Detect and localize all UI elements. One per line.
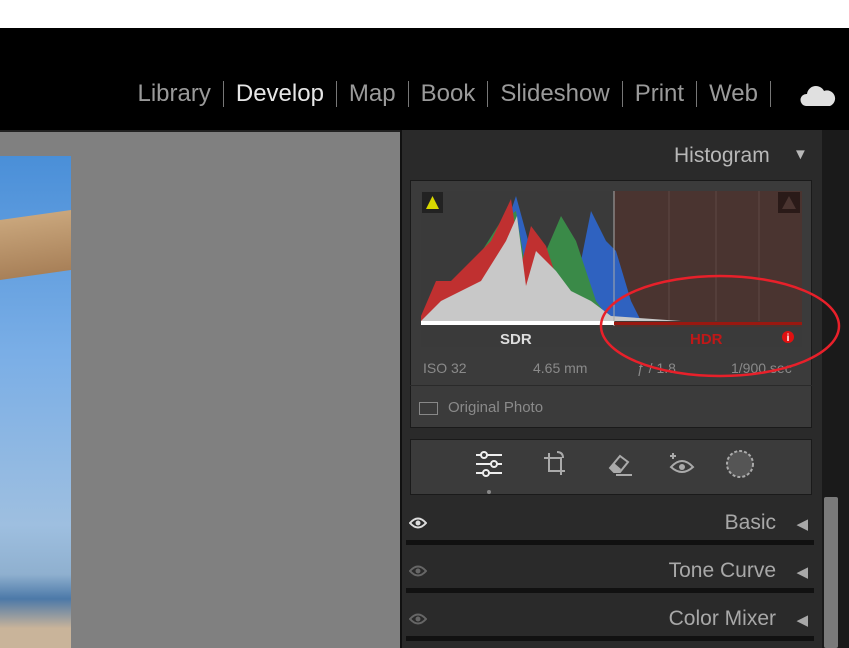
original-photo-label: Original Photo	[448, 399, 544, 416]
module-slideshow[interactable]: Slideshow	[488, 80, 621, 108]
module-book[interactable]: Book	[409, 80, 488, 108]
iso-value: ISO 32	[423, 360, 467, 376]
edit-sliders-icon[interactable]	[474, 449, 504, 479]
scrollbar-thumb[interactable]	[824, 497, 838, 648]
module-print[interactable]: Print	[623, 80, 696, 108]
module-web[interactable]: Web	[697, 80, 770, 108]
red-eye-icon[interactable]	[668, 450, 696, 478]
expand-triangle-icon[interactable]: ◀	[796, 611, 808, 629]
crop-icon[interactable]	[541, 449, 569, 479]
section-label: Tone Curve	[668, 559, 776, 582]
sdr-bar	[421, 321, 614, 325]
module-map[interactable]: Map	[337, 80, 408, 108]
masking-icon[interactable]	[725, 449, 755, 479]
eye-icon[interactable]	[409, 563, 427, 579]
sdr-label: SDR	[500, 331, 532, 348]
module-picker: Library Develop Map Book Slideshow Print Web	[126, 80, 771, 108]
cloud-icon[interactable]	[800, 82, 836, 108]
eye-icon[interactable]	[409, 515, 427, 531]
nav-separator	[770, 81, 771, 107]
section-label: Basic	[724, 511, 776, 534]
healing-eraser-icon[interactable]	[606, 452, 634, 478]
expand-triangle-icon[interactable]: ◀	[796, 563, 808, 581]
module-library[interactable]: Library	[126, 80, 223, 108]
photo-detail	[0, 210, 71, 280]
module-bar	[0, 28, 849, 130]
section-basic[interactable]: Basic ◀	[406, 503, 814, 545]
expand-triangle-icon[interactable]: ◀	[796, 515, 808, 533]
active-tool-indicator	[487, 490, 491, 494]
original-photo-checkbox[interactable]	[419, 402, 438, 415]
collapse-triangle-icon[interactable]: ▼	[793, 146, 808, 163]
section-label: Color Mixer	[668, 607, 776, 630]
focal-length: 4.65 mm	[533, 360, 588, 376]
module-develop[interactable]: Develop	[224, 80, 336, 108]
histogram-title[interactable]: Histogram	[674, 144, 770, 168]
annotation-ellipse	[599, 274, 841, 378]
section-tone-curve[interactable]: Tone Curve ◀	[406, 551, 814, 593]
section-color-mixer[interactable]: Color Mixer ◀	[406, 599, 814, 641]
eye-icon[interactable]	[409, 611, 427, 627]
